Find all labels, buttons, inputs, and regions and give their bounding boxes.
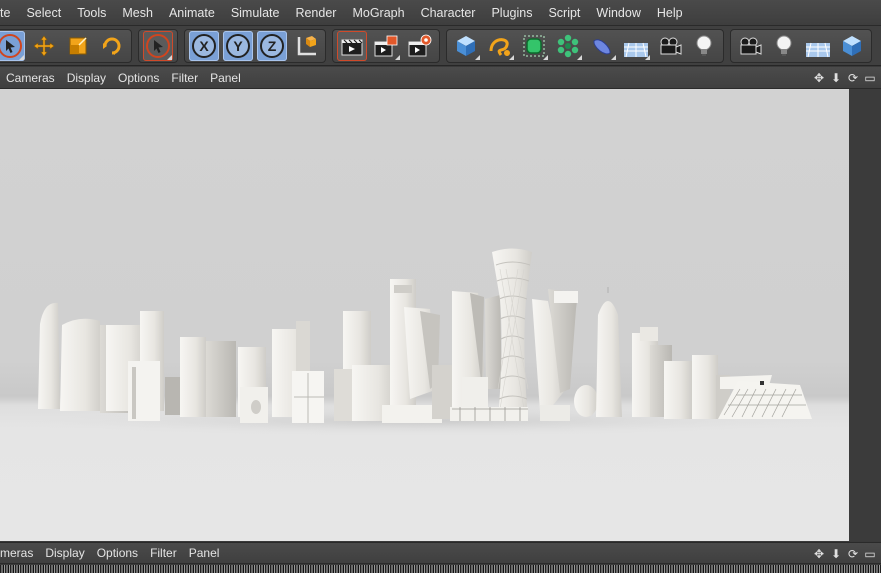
scale-icon (69, 36, 87, 54)
camera-icon (740, 37, 762, 55)
viewport-menu-cameras[interactable]: Cameras (0, 67, 61, 89)
viewport-menu-bottom: meras Display Options Filter Panel ✥ ⬇ ⟳… (0, 542, 881, 564)
viewport2-menu-panel[interactable]: Panel (183, 542, 226, 564)
menu-select[interactable]: Select (18, 0, 69, 26)
viewport-menu-panel[interactable]: Panel (204, 67, 247, 89)
add-spline-button[interactable] (485, 31, 515, 61)
add-floor-button[interactable] (621, 31, 651, 61)
timeline-strip (0, 565, 881, 573)
svg-text:Y: Y (233, 38, 243, 54)
live-select-button[interactable] (143, 30, 173, 61)
maximize-view-icon[interactable]: ▭ (863, 547, 877, 561)
toolbar-group-live-select (138, 28, 178, 63)
viewport-menu-top: Cameras Display Options Filter Panel ✥ ⬇… (0, 67, 881, 89)
toolbar-group-render (332, 28, 440, 63)
floor-icon (806, 42, 830, 57)
menu-mesh[interactable]: Mesh (114, 0, 161, 26)
menu-help[interactable]: Help (649, 0, 691, 26)
menu-create[interactable]: te (0, 0, 18, 26)
rotate-view-icon[interactable]: ⟳ (846, 71, 860, 85)
menu-tools[interactable]: Tools (69, 0, 114, 26)
toolbar-group-transform (0, 28, 132, 63)
maximize-view-icon[interactable]: ▭ (863, 71, 877, 85)
coordinate-system-icon (297, 35, 316, 55)
scene-camera-button[interactable] (735, 31, 765, 61)
viewport-right-panel-edge (849, 89, 881, 541)
light-icon (696, 35, 712, 56)
menu-animate[interactable]: Animate (161, 0, 223, 26)
move-view-icon[interactable]: ✥ (812, 71, 826, 85)
rotate-tool-button[interactable] (97, 31, 127, 61)
menu-simulate[interactable]: Simulate (223, 0, 288, 26)
y-axis-icon: Y (226, 33, 250, 58)
menu-plugins[interactable]: Plugins (483, 0, 540, 26)
menu-window[interactable]: Window (588, 0, 648, 26)
add-cube-button[interactable] (451, 31, 481, 61)
coordinate-system-button[interactable] (291, 31, 321, 61)
render-settings-icon (408, 34, 432, 56)
render-view-button[interactable] (337, 30, 367, 61)
add-camera-button[interactable] (655, 31, 685, 61)
light-icon (776, 35, 792, 56)
z-axis-button[interactable]: Z (257, 30, 287, 61)
move-tool-button[interactable] (29, 31, 59, 61)
main-menu-bar: te Select Tools Mesh Animate Simulate Re… (0, 0, 881, 26)
add-deformer-button[interactable] (587, 31, 617, 61)
rotate-view-icon[interactable]: ⟳ (846, 547, 860, 561)
toolbar-group-objects (446, 28, 724, 63)
render-picture-viewer-button[interactable] (371, 31, 401, 61)
select-tool-button[interactable] (0, 30, 25, 61)
scale-tool-button[interactable] (63, 31, 93, 61)
svg-text:Z: Z (268, 38, 277, 54)
svg-text:X: X (199, 38, 209, 54)
viewport2-menu-filter[interactable]: Filter (144, 542, 183, 564)
add-array-button[interactable] (553, 31, 583, 61)
menu-character[interactable]: Character (413, 0, 484, 26)
main-toolbar: X Y Z (0, 26, 881, 66)
move-view-icon[interactable]: ✥ (812, 547, 826, 561)
x-axis-button[interactable]: X (189, 30, 219, 61)
dolly-view-icon[interactable]: ⬇ (829, 547, 843, 561)
menu-render[interactable]: Render (287, 0, 344, 26)
viewport2-menu-display[interactable]: Display (39, 542, 90, 564)
rotate-icon (103, 37, 121, 55)
city-skyline-model (0, 248, 840, 437)
viewport2-nav-icons: ✥ ⬇ ⟳ ▭ (812, 543, 877, 565)
viewport-nav-icons: ✥ ⬇ ⟳ ▭ (812, 67, 877, 89)
toolbar-group-scene (730, 28, 872, 63)
3d-viewport[interactable] (0, 89, 881, 541)
scene-light-button[interactable] (769, 31, 799, 61)
menu-mograph[interactable]: MoGraph (344, 0, 412, 26)
viewport-menu-display[interactable]: Display (61, 67, 112, 89)
x-axis-icon: X (192, 33, 216, 58)
render-settings-button[interactable] (405, 31, 435, 61)
viewport2-menu-cameras[interactable]: meras (0, 542, 39, 564)
move-icon (33, 35, 55, 56)
menu-script[interactable]: Script (540, 0, 588, 26)
dolly-view-icon[interactable]: ⬇ (829, 71, 843, 85)
scene-floor-button[interactable] (803, 31, 833, 61)
render-view-icon (341, 39, 363, 55)
toolbar-group-axis: X Y Z (184, 28, 326, 63)
add-light-button[interactable] (689, 31, 719, 61)
z-axis-icon: Z (260, 33, 284, 58)
cube-icon (843, 35, 861, 56)
add-nurbs-button[interactable] (519, 31, 549, 61)
viewport-menu-options[interactable]: Options (112, 67, 165, 89)
viewport-menu-filter[interactable]: Filter (165, 67, 204, 89)
camera-icon (660, 37, 682, 55)
y-axis-button[interactable]: Y (223, 30, 253, 61)
scene-cube-button[interactable] (837, 31, 867, 61)
viewport2-menu-options[interactable]: Options (91, 542, 144, 564)
